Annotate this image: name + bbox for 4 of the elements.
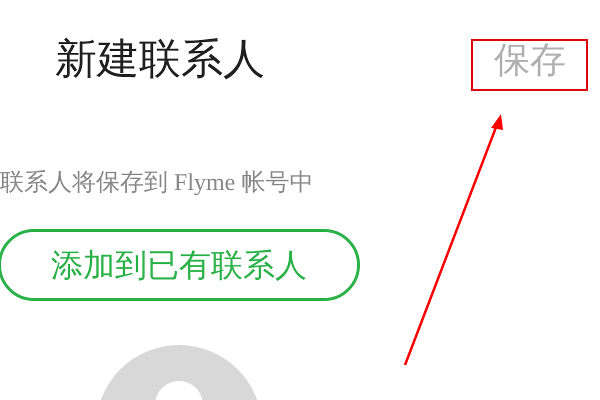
notice-text: 联系人将保存到 Flyme 帐号中 [0,169,314,198]
add-existing-button[interactable]: 添加到已有联系人 [0,229,360,301]
page-title: 新建联系人 [55,36,265,84]
save-button[interactable]: 保存 [482,33,578,87]
